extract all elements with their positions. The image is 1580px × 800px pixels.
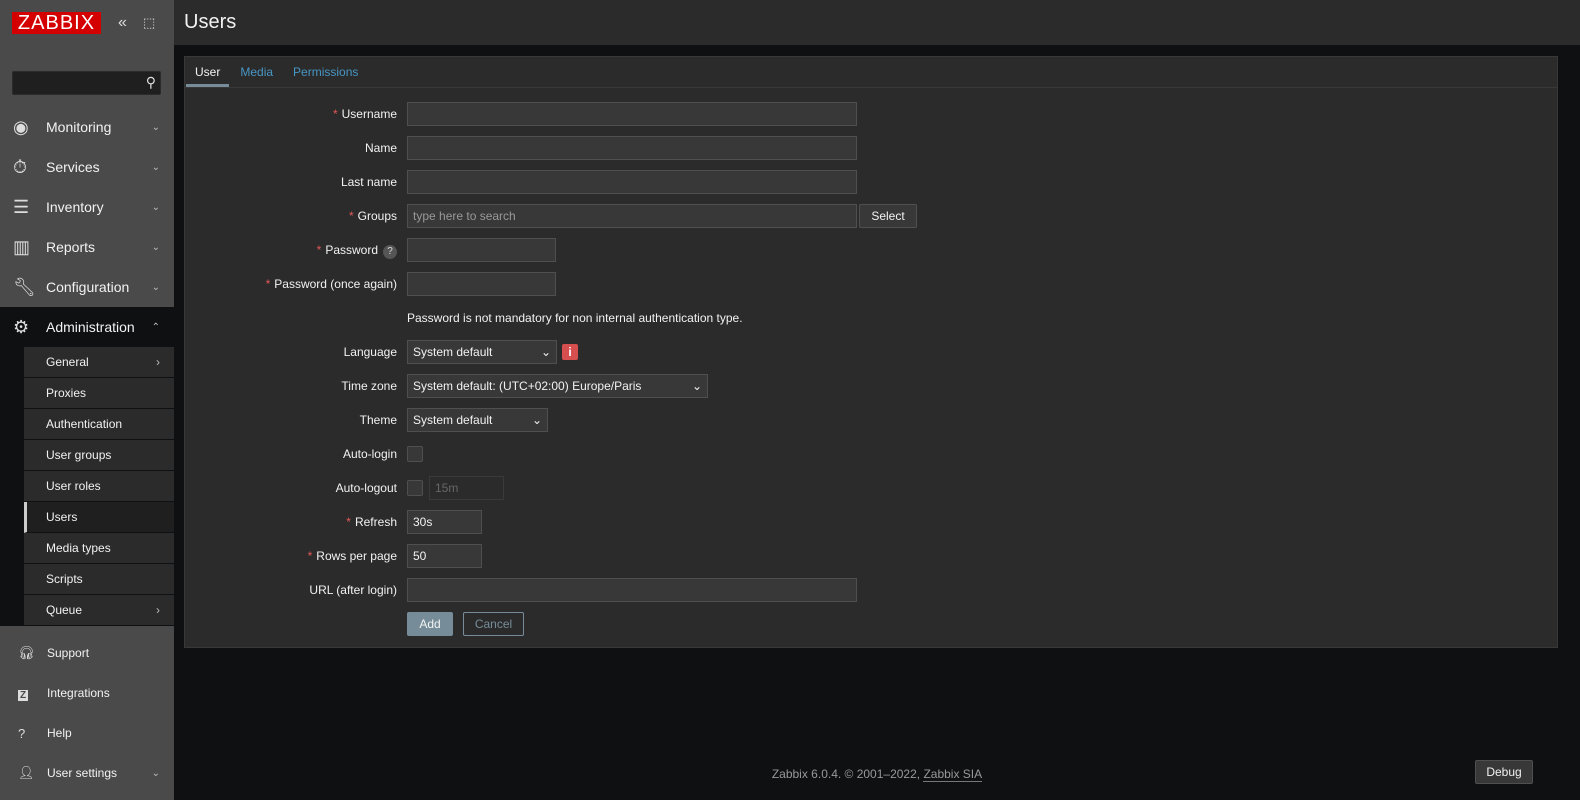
page-title: Users xyxy=(184,11,237,33)
required-asterisk: * xyxy=(348,209,354,223)
language-label: Language xyxy=(343,345,397,359)
tab-user[interactable]: User xyxy=(186,57,230,87)
user-icon: 👤︎ xyxy=(18,765,35,780)
theme-select[interactable]: System default ⌄ xyxy=(407,408,548,432)
submenu-label: Users xyxy=(46,510,78,524)
menu-help[interactable]: ? Help xyxy=(0,713,174,753)
wrench-icon: 🔧︎ xyxy=(13,276,36,297)
menu-support[interactable]: 🎧︎ Support xyxy=(0,633,174,673)
submenu-label: User roles xyxy=(46,479,101,493)
chevron-down-icon: ⌄ xyxy=(151,767,160,779)
debug-button[interactable]: Debug xyxy=(1475,760,1533,784)
autologin-checkbox[interactable] xyxy=(407,446,423,462)
url-input[interactable] xyxy=(407,578,857,602)
refresh-input[interactable]: 30s xyxy=(407,510,482,534)
menu-label: Monitoring xyxy=(46,119,112,135)
last-name-label: Last name xyxy=(340,175,397,189)
groups-search-input[interactable]: type here to search xyxy=(407,204,857,228)
zabbix-logo[interactable]: ZABBIX xyxy=(12,12,101,34)
submenu-label: Scripts xyxy=(46,572,83,586)
autologout-label: Auto-logout xyxy=(335,481,397,495)
password-again-label: Password (once again) xyxy=(274,277,397,291)
required-asterisk: * xyxy=(307,549,313,563)
menu-label: Integrations xyxy=(47,686,110,700)
submenu-label: Proxies xyxy=(46,386,87,400)
add-button[interactable]: Add xyxy=(407,612,453,636)
menu-label: Administration xyxy=(46,319,135,335)
timezone-label: Time zone xyxy=(341,379,397,393)
menu-integrations[interactable]: Z Integrations xyxy=(0,673,174,713)
password-note: Password is not mandatory for non intern… xyxy=(407,311,743,325)
rows-per-page-input[interactable]: 50 xyxy=(407,544,482,568)
info-icon[interactable]: i xyxy=(562,344,578,360)
autologout-checkbox[interactable] xyxy=(407,480,423,496)
copyright-text: Zabbix 6.0.4. © 2001–2022, xyxy=(771,767,924,781)
user-form-panel: User Media Permissions * Username Name La… xyxy=(184,56,1558,648)
menu-label: Services xyxy=(46,159,100,175)
submenu-queue[interactable]: Queue › xyxy=(24,595,174,626)
menu-user-settings[interactable]: 👤︎ User settings ⌄ xyxy=(0,753,174,793)
headset-icon: 🎧︎ xyxy=(18,645,35,660)
eye-icon: ◉ xyxy=(13,116,29,137)
chevron-down-icon: ⌄ xyxy=(691,379,702,393)
list-icon: ☰ xyxy=(13,196,30,217)
password-input[interactable] xyxy=(407,238,556,262)
autologout-input[interactable]: 15m xyxy=(429,476,504,500)
chevron-up-icon: ⌃ xyxy=(151,321,160,333)
autologin-label: Auto-login xyxy=(342,447,397,461)
kiosk-mode-icon[interactable]: ⬚ xyxy=(143,15,155,31)
rows-per-page-label: Rows per page xyxy=(316,549,397,563)
zabbix-sia-link[interactable]: Zabbix SIA xyxy=(923,767,983,782)
help-icon[interactable]: ? xyxy=(383,245,397,259)
name-label: Name xyxy=(364,141,397,155)
tabs: User Media Permissions xyxy=(185,57,1557,88)
timezone-value: System default: (UTC+02:00) Europe/Paris xyxy=(413,379,642,393)
groups-select-button[interactable]: Select xyxy=(859,204,917,228)
password-label: Password xyxy=(325,243,378,257)
menu-administration[interactable]: ⚙ Administration ⌃ xyxy=(0,307,174,347)
gear-icon: ⚙ xyxy=(13,316,30,337)
menu-label: Support xyxy=(47,646,90,660)
chevron-down-icon: ⌄ xyxy=(531,413,542,427)
search-input[interactable]: ⚲ xyxy=(12,71,161,95)
theme-value: System default xyxy=(413,413,493,427)
tab-permissions[interactable]: Permissions xyxy=(284,57,367,87)
chevron-down-icon: ⌄ xyxy=(151,161,160,173)
menu-label: Help xyxy=(47,726,72,740)
chevron-down-icon: ⌄ xyxy=(540,345,551,359)
language-value: System default xyxy=(413,345,493,359)
submenu-label: Queue xyxy=(46,603,83,617)
menu-label: Reports xyxy=(46,239,96,255)
language-select[interactable]: System default ⌄ xyxy=(407,340,557,364)
cancel-button[interactable]: Cancel xyxy=(463,612,524,636)
bar-chart-icon: ▥ xyxy=(13,236,31,257)
timezone-select[interactable]: System default: (UTC+02:00) Europe/Paris… xyxy=(407,374,708,398)
tab-media[interactable]: Media xyxy=(231,57,282,87)
footer: Zabbix 6.0.4. © 2001–2022, Zabbix SIA xyxy=(174,767,1580,782)
password-again-input[interactable] xyxy=(407,272,556,296)
collapse-sidebar-icon[interactable]: « xyxy=(118,14,127,32)
required-asterisk: * xyxy=(332,107,338,121)
username-input[interactable] xyxy=(407,102,857,126)
theme-label: Theme xyxy=(359,413,397,427)
groups-label: Groups xyxy=(357,209,397,223)
name-input[interactable] xyxy=(407,136,857,160)
refresh-label: Refresh xyxy=(354,515,397,529)
menu-label: User settings xyxy=(47,766,118,780)
required-asterisk: * xyxy=(316,243,322,257)
required-asterisk: * xyxy=(265,277,271,291)
username-label: Username xyxy=(341,107,397,121)
stopwatch-icon: ⏱ xyxy=(13,156,28,177)
url-label: URL (after login) xyxy=(309,583,397,597)
chevron-right-icon: › xyxy=(156,603,160,617)
page-header: Users xyxy=(174,0,1580,45)
menu-label: Inventory xyxy=(46,199,104,215)
last-name-input[interactable] xyxy=(407,170,857,194)
chevron-down-icon: ⌄ xyxy=(151,121,160,133)
required-asterisk: * xyxy=(346,515,351,529)
submenu-label: General xyxy=(46,355,89,369)
search-icon[interactable]: ⚲ xyxy=(146,74,156,91)
question-icon: ? xyxy=(18,725,26,741)
z-icon: Z xyxy=(18,689,29,701)
